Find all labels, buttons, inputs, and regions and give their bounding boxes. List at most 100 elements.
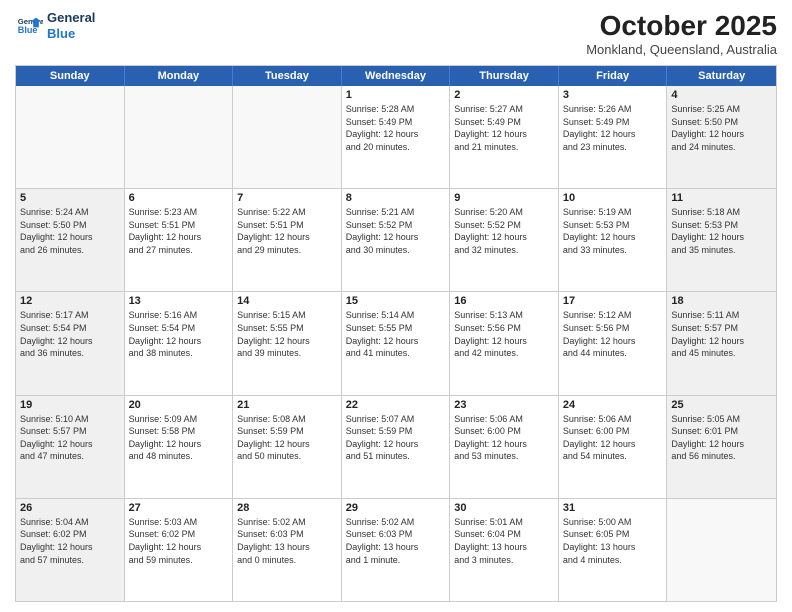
calendar-day-9: 9 Sunrise: 5:20 AM Sunset: 5:52 PM Daylig… xyxy=(450,189,559,291)
calendar-day-23: 23Sunrise: 5:06 AM Sunset: 6:00 PM Dayli… xyxy=(450,396,559,498)
logo-icon: General Blue xyxy=(15,12,43,40)
day-number: 14 xyxy=(237,295,337,307)
day-number: 4 xyxy=(671,89,772,101)
calendar-day-25: 25 Sunrise: 5:05 AM Sunset: 6:01 PM Dayli… xyxy=(667,396,776,498)
title-block: October 2025 Monkland, Queensland, Austr… xyxy=(586,10,777,57)
calendar-day-30: 30 Sunrise: 5:01 AM Sunset: 6:04 PM Dayli… xyxy=(450,499,559,601)
day-info: Sunrise: 5:26 AM Sunset: 5:49 PM Dayligh… xyxy=(563,103,663,153)
calendar-row-2: 12 Sunrise: 5:17 AM Sunset: 5:54 PM Dayli… xyxy=(16,291,776,394)
day-number: 10 xyxy=(563,192,663,204)
calendar-empty-cell xyxy=(16,86,125,188)
day-number: 21 xyxy=(237,399,337,411)
calendar-day-28: 28 Sunrise: 5:02 AM Sunset: 6:03 PM Dayli… xyxy=(233,499,342,601)
day-info: Sunrise: 5:05 AM Sunset: 6:01 PM Dayligh… xyxy=(671,413,772,463)
calendar-day-1: 1Sunrise: 5:28 AM Sunset: 5:49 PM Daylig… xyxy=(342,86,451,188)
day-info: Sunrise: 5:01 AM Sunset: 6:04 PM Dayligh… xyxy=(454,516,554,566)
day-info: Sunrise: 5:07 AM Sunset: 5:59 PM Dayligh… xyxy=(346,413,446,463)
day-info: Sunrise: 5:28 AM Sunset: 5:49 PM Dayligh… xyxy=(346,103,446,153)
calendar-day-6: 6 Sunrise: 5:23 AM Sunset: 5:51 PM Daylig… xyxy=(125,189,234,291)
day-info: Sunrise: 5:11 AM Sunset: 5:57 PM Dayligh… xyxy=(671,309,772,359)
calendar-day-14: 14 Sunrise: 5:15 AM Sunset: 5:55 PM Dayli… xyxy=(233,292,342,394)
weekday-header-monday: Monday xyxy=(125,66,234,86)
calendar-empty-cell xyxy=(233,86,342,188)
day-number: 8 xyxy=(346,192,446,204)
day-info: Sunrise: 5:19 AM Sunset: 5:53 PM Dayligh… xyxy=(563,206,663,256)
calendar-day-11: 11 Sunrise: 5:18 AM Sunset: 5:53 PM Dayli… xyxy=(667,189,776,291)
day-number: 15 xyxy=(346,295,446,307)
day-number: 31 xyxy=(563,502,663,514)
day-number: 20 xyxy=(129,399,229,411)
calendar-day-16: 16Sunrise: 5:13 AM Sunset: 5:56 PM Dayli… xyxy=(450,292,559,394)
calendar-day-29: 29 Sunrise: 5:02 AM Sunset: 6:03 PM Dayli… xyxy=(342,499,451,601)
calendar-day-3: 3 Sunrise: 5:26 AM Sunset: 5:49 PM Daylig… xyxy=(559,86,668,188)
calendar-day-10: 10 Sunrise: 5:19 AM Sunset: 5:53 PM Dayli… xyxy=(559,189,668,291)
day-info: Sunrise: 5:27 AM Sunset: 5:49 PM Dayligh… xyxy=(454,103,554,153)
day-info: Sunrise: 5:10 AM Sunset: 5:57 PM Dayligh… xyxy=(20,413,120,463)
calendar-header: SundayMondayTuesdayWednesdayThursdayFrid… xyxy=(16,66,776,86)
day-info: Sunrise: 5:15 AM Sunset: 5:55 PM Dayligh… xyxy=(237,309,337,359)
day-number: 13 xyxy=(129,295,229,307)
day-number: 29 xyxy=(346,502,446,514)
day-info: Sunrise: 5:02 AM Sunset: 6:03 PM Dayligh… xyxy=(346,516,446,566)
calendar-day-4: 4Sunrise: 5:25 AM Sunset: 5:50 PM Daylig… xyxy=(667,86,776,188)
subtitle: Monkland, Queensland, Australia xyxy=(586,42,777,57)
page: General Blue General Blue October 2025 M… xyxy=(0,0,792,612)
day-number: 26 xyxy=(20,502,120,514)
calendar-day-5: 5 Sunrise: 5:24 AM Sunset: 5:50 PM Daylig… xyxy=(16,189,125,291)
day-number: 28 xyxy=(237,502,337,514)
day-number: 18 xyxy=(671,295,772,307)
calendar-day-15: 15 Sunrise: 5:14 AM Sunset: 5:55 PM Dayli… xyxy=(342,292,451,394)
day-number: 3 xyxy=(563,89,663,101)
day-number: 6 xyxy=(129,192,229,204)
calendar-day-19: 19 Sunrise: 5:10 AM Sunset: 5:57 PM Dayli… xyxy=(16,396,125,498)
calendar-day-27: 27Sunrise: 5:03 AM Sunset: 6:02 PM Dayli… xyxy=(125,499,234,601)
calendar-empty-cell xyxy=(125,86,234,188)
weekday-header-friday: Friday xyxy=(559,66,668,86)
calendar-row-1: 5 Sunrise: 5:24 AM Sunset: 5:50 PM Daylig… xyxy=(16,188,776,291)
day-number: 2 xyxy=(454,89,554,101)
day-info: Sunrise: 5:20 AM Sunset: 5:52 PM Dayligh… xyxy=(454,206,554,256)
day-info: Sunrise: 5:18 AM Sunset: 5:53 PM Dayligh… xyxy=(671,206,772,256)
day-info: Sunrise: 5:00 AM Sunset: 6:05 PM Dayligh… xyxy=(563,516,663,566)
calendar-body: 1Sunrise: 5:28 AM Sunset: 5:49 PM Daylig… xyxy=(16,86,776,601)
day-info: Sunrise: 5:14 AM Sunset: 5:55 PM Dayligh… xyxy=(346,309,446,359)
day-number: 25 xyxy=(671,399,772,411)
month-title: October 2025 xyxy=(586,10,777,42)
day-info: Sunrise: 5:17 AM Sunset: 5:54 PM Dayligh… xyxy=(20,309,120,359)
day-number: 12 xyxy=(20,295,120,307)
calendar-day-26: 26Sunrise: 5:04 AM Sunset: 6:02 PM Dayli… xyxy=(16,499,125,601)
calendar-row-4: 26Sunrise: 5:04 AM Sunset: 6:02 PM Dayli… xyxy=(16,498,776,601)
header: General Blue General Blue October 2025 M… xyxy=(15,10,777,57)
day-info: Sunrise: 5:08 AM Sunset: 5:59 PM Dayligh… xyxy=(237,413,337,463)
calendar-empty-cell xyxy=(667,499,776,601)
weekday-header-saturday: Saturday xyxy=(667,66,776,86)
day-number: 19 xyxy=(20,399,120,411)
day-info: Sunrise: 5:12 AM Sunset: 5:56 PM Dayligh… xyxy=(563,309,663,359)
calendar-day-31: 31 Sunrise: 5:00 AM Sunset: 6:05 PM Dayli… xyxy=(559,499,668,601)
calendar: SundayMondayTuesdayWednesdayThursdayFrid… xyxy=(15,65,777,602)
day-info: Sunrise: 5:02 AM Sunset: 6:03 PM Dayligh… xyxy=(237,516,337,566)
calendar-day-17: 17Sunrise: 5:12 AM Sunset: 5:56 PM Dayli… xyxy=(559,292,668,394)
weekday-header-tuesday: Tuesday xyxy=(233,66,342,86)
calendar-day-13: 13Sunrise: 5:16 AM Sunset: 5:54 PM Dayli… xyxy=(125,292,234,394)
day-info: Sunrise: 5:21 AM Sunset: 5:52 PM Dayligh… xyxy=(346,206,446,256)
calendar-row-0: 1Sunrise: 5:28 AM Sunset: 5:49 PM Daylig… xyxy=(16,86,776,188)
day-info: Sunrise: 5:22 AM Sunset: 5:51 PM Dayligh… xyxy=(237,206,337,256)
day-info: Sunrise: 5:24 AM Sunset: 5:50 PM Dayligh… xyxy=(20,206,120,256)
day-number: 9 xyxy=(454,192,554,204)
day-number: 11 xyxy=(671,192,772,204)
day-info: Sunrise: 5:13 AM Sunset: 5:56 PM Dayligh… xyxy=(454,309,554,359)
calendar-day-21: 21 Sunrise: 5:08 AM Sunset: 5:59 PM Dayli… xyxy=(233,396,342,498)
day-info: Sunrise: 5:06 AM Sunset: 6:00 PM Dayligh… xyxy=(454,413,554,463)
logo: General Blue General Blue xyxy=(15,10,95,41)
day-number: 7 xyxy=(237,192,337,204)
day-number: 5 xyxy=(20,192,120,204)
day-number: 30 xyxy=(454,502,554,514)
calendar-day-7: 7 Sunrise: 5:22 AM Sunset: 5:51 PM Daylig… xyxy=(233,189,342,291)
calendar-day-8: 8 Sunrise: 5:21 AM Sunset: 5:52 PM Daylig… xyxy=(342,189,451,291)
weekday-header-sunday: Sunday xyxy=(16,66,125,86)
calendar-day-20: 20Sunrise: 5:09 AM Sunset: 5:58 PM Dayli… xyxy=(125,396,234,498)
weekday-header-wednesday: Wednesday xyxy=(342,66,451,86)
day-info: Sunrise: 5:23 AM Sunset: 5:51 PM Dayligh… xyxy=(129,206,229,256)
calendar-day-12: 12 Sunrise: 5:17 AM Sunset: 5:54 PM Dayli… xyxy=(16,292,125,394)
